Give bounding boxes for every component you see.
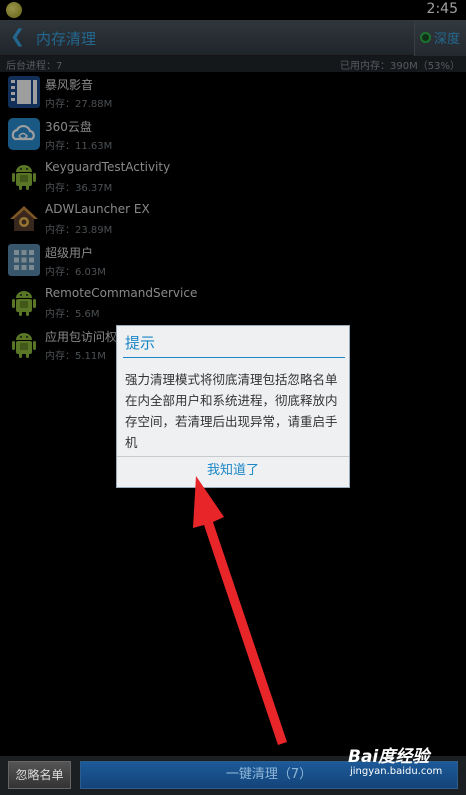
watermark-logo: Bai度经验 [348, 747, 430, 767]
dialog-divider [123, 357, 345, 358]
dialog-message: 强力清理模式将彻底清理包括忽略名单在内全部用户和系统进程，彻底释放内存空间，若清… [125, 372, 338, 450]
ignore-list-button[interactable]: 忽略名单 [8, 761, 71, 789]
got-it-button[interactable]: 我知道了 [117, 457, 349, 487]
tip-dialog: 提示 强力清理模式将彻底清理包括忽略名单在内全部用户和系统进程，彻底释放内存空间… [116, 325, 350, 488]
dialog-title: 提示 [125, 334, 156, 352]
watermark-url: jingyan.baidu.com [350, 766, 443, 777]
watermark: Bai度经验 jingyan.baidu.com [348, 742, 460, 792]
